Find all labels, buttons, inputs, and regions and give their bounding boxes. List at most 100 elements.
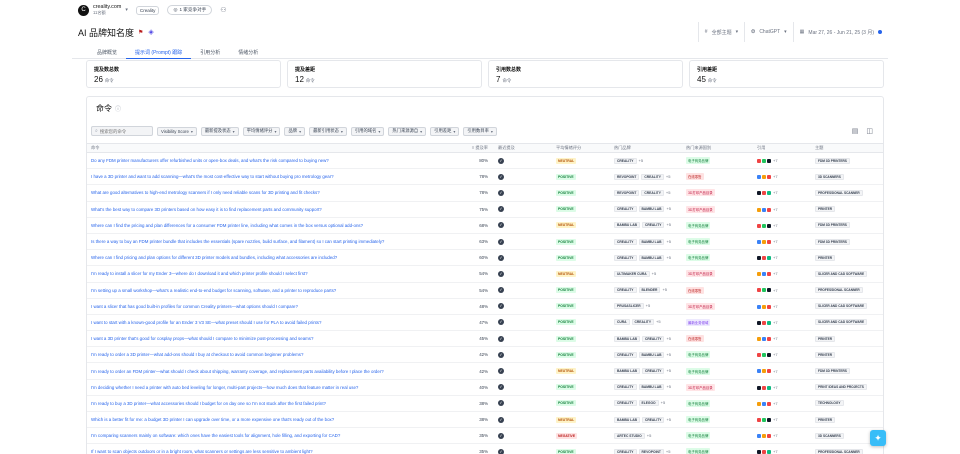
more-count[interactable]: +7 — [773, 271, 778, 276]
table-row[interactable]: I have a 3D printer and want to add scan… — [87, 169, 883, 186]
filter-visibility-score[interactable]: Visibility Score ▾ — [157, 126, 197, 136]
more-count[interactable]: +7 — [773, 336, 778, 341]
more-count[interactable]: +7 — [773, 190, 778, 195]
prompt-text[interactable]: I'm ready to install a slicer for my End… — [87, 271, 448, 276]
more-count[interactable]: +5 — [647, 433, 652, 438]
more-count[interactable]: +5 — [646, 303, 651, 308]
table-row[interactable]: What's the best way to compare 3D printe… — [87, 202, 883, 218]
table-row[interactable]: I'm ready to buy a 3D printer—what acces… — [87, 396, 883, 412]
more-count[interactable]: +5 — [661, 400, 666, 405]
col-sentiment[interactable]: 平均情绪评分 — [552, 145, 610, 151]
more-count[interactable]: +5 — [666, 352, 671, 357]
tab-citation-analysis[interactable]: 引用分析 — [191, 46, 229, 59]
more-count[interactable]: +7 — [773, 401, 778, 406]
col-visibility[interactable]: ≡ 提及率 — [448, 145, 494, 151]
table-row[interactable]: I want a slicer that has good built-in p… — [87, 299, 883, 315]
table-row[interactable]: If I want to scan objects outdoors or in… — [87, 444, 883, 454]
more-count[interactable]: +5 — [652, 271, 657, 276]
prompt-text[interactable]: Where can I find pricing and plan option… — [87, 255, 448, 260]
date-range-picker[interactable]: ▦ Mar 27, 26 - Jun 21, 25 (3 月) — [792, 22, 888, 42]
more-count[interactable]: +7 — [773, 417, 778, 422]
tab-prompt-tracking[interactable]: 提示词 (Prompt) 跟踪 — [126, 46, 192, 59]
col-sources[interactable]: 热门来源国别 — [682, 145, 753, 151]
more-count[interactable]: +5 — [639, 158, 644, 163]
more-count[interactable]: +5 — [656, 319, 661, 324]
more-count[interactable]: +5 — [666, 206, 671, 211]
more-count[interactable]: +7 — [773, 158, 778, 163]
more-count[interactable]: +7 — [773, 239, 778, 244]
prompt-text[interactable]: I'm ready to order an FDM printer—what s… — [87, 369, 448, 374]
table-row[interactable]: I'm setting up a small workshop—what's a… — [87, 283, 883, 299]
prompt-text[interactable]: I'm comparing scanners mainly on softwar… — [87, 433, 448, 438]
table-row[interactable]: I want a 3D printer that's good for cosp… — [87, 331, 883, 348]
more-count[interactable]: +7 — [773, 223, 778, 228]
prompt-text[interactable]: Which is a better fit for me: a budget 3… — [87, 417, 448, 422]
table-view-icon[interactable]: ▤ — [852, 127, 859, 135]
col-prompt[interactable]: 命令 — [87, 145, 448, 151]
table-row[interactable]: Where can I find the pricing and plan di… — [87, 218, 883, 234]
prompt-text[interactable]: I want a slicer that has good built-in p… — [87, 304, 448, 309]
filter-cited-domain[interactable]: 引用的域名 ▾ — [350, 126, 385, 136]
more-count[interactable]: +5 — [666, 368, 671, 373]
search-input[interactable] — [99, 128, 150, 134]
table-row[interactable]: Do any FDM printer manufacturers offer r… — [87, 153, 883, 170]
col-mentioned[interactable]: 最近提及 — [494, 145, 552, 151]
filter-brand[interactable]: 品牌 ▾ — [284, 126, 306, 136]
chat-assistant-button[interactable]: ✦ — [870, 430, 886, 446]
more-count[interactable]: +5 — [666, 384, 671, 389]
table-row[interactable]: I'm ready to order an FDM printer—what s… — [87, 363, 883, 380]
table-row[interactable]: Where can I find pricing and plan option… — [87, 250, 883, 267]
table-row[interactable]: Is there a way to buy an FDM printer bun… — [87, 234, 883, 251]
table-row[interactable]: I want to start with a known-good profil… — [87, 315, 883, 332]
prompt-text[interactable]: I'm ready to buy a 3D printer—what acces… — [87, 401, 448, 406]
more-count[interactable]: +5 — [666, 222, 671, 227]
col-topic[interactable]: 主题 — [811, 145, 879, 151]
more-count[interactable]: +7 — [773, 385, 778, 390]
info-icon[interactable]: ⓘ — [115, 104, 121, 113]
filter-top-sources[interactable]: 热门来源源自 ▾ — [388, 126, 427, 136]
col-brands[interactable]: 热门品牌 — [610, 145, 682, 151]
filter-latest-citation[interactable]: 最新引用状态 ▾ — [309, 126, 347, 136]
model-select[interactable]: ❂ ChatGPT ▾ — [744, 22, 793, 42]
table-row[interactable]: I'm deciding whether I need a printer wi… — [87, 380, 883, 396]
more-count[interactable]: +5 — [666, 255, 671, 260]
col-citations[interactable]: 引用 — [753, 145, 811, 151]
more-count[interactable]: +5 — [666, 190, 671, 195]
prompt-text[interactable]: I'm ready to order a 3D printer—what add… — [87, 352, 448, 357]
team-icon[interactable]: ⚇ — [220, 6, 226, 14]
prompt-text[interactable]: I want a 3D printer that's good for cosp… — [87, 336, 448, 341]
tab-brand-overview[interactable]: 品牌概览 — [88, 46, 126, 59]
more-count[interactable]: +5 — [666, 336, 671, 341]
table-row[interactable]: What are good alternatives to high-end m… — [87, 185, 883, 202]
prompt-text[interactable]: I have a 3D printer and want to add scan… — [87, 174, 448, 179]
table-row[interactable]: I'm ready to order a 3D printer—what add… — [87, 347, 883, 364]
tab-sentiment-analysis[interactable]: 情绪分析 — [229, 46, 267, 59]
filter-sentiment[interactable]: 平均情绪评分 ▾ — [242, 126, 281, 136]
workspace-switcher[interactable]: C creality.com 11名额 ▾ — [78, 4, 128, 16]
more-count[interactable]: +7 — [773, 288, 778, 293]
table-row[interactable]: I'm ready to install a slicer for my End… — [87, 266, 883, 283]
prompt-text[interactable]: I'm setting up a small workshop—what's a… — [87, 288, 448, 293]
prompt-text[interactable]: What's the best way to compare 3D printe… — [87, 207, 448, 212]
columns-icon[interactable]: ◫ — [866, 127, 873, 135]
prompt-text[interactable]: Is there a way to buy an FDM printer bun… — [87, 239, 448, 244]
prompt-text[interactable]: Do any FDM printer manufacturers offer r… — [87, 158, 448, 163]
more-count[interactable]: +7 — [773, 369, 778, 374]
filter-citation-rate[interactable]: 引用数目率 ▾ — [463, 126, 497, 136]
competitors-chip[interactable]: ◎ 1 家竞争对手 — [167, 5, 213, 15]
search-box[interactable]: ⌕ — [91, 126, 153, 136]
more-count[interactable]: +7 — [773, 207, 778, 212]
brand-chip[interactable]: Creality — [135, 5, 160, 15]
more-count[interactable]: +7 — [773, 449, 778, 454]
prompt-text[interactable]: I'm deciding whether I need a printer wi… — [87, 385, 448, 390]
more-count[interactable]: +7 — [773, 320, 778, 325]
more-count[interactable]: +7 — [773, 174, 778, 179]
prompt-text[interactable]: I want to start with a known-good profil… — [87, 320, 448, 325]
layers-icon[interactable]: ◈ — [148, 28, 153, 36]
table-row[interactable]: I'm comparing scanners mainly on softwar… — [87, 428, 883, 445]
more-count[interactable]: +7 — [773, 255, 778, 260]
prompt-text[interactable]: If I want to scan objects outdoors or in… — [87, 449, 448, 454]
more-count[interactable]: +7 — [773, 304, 778, 309]
more-count[interactable]: +5 — [666, 174, 671, 179]
table-row[interactable]: Which is a better fit for me: a budget 3… — [87, 412, 883, 429]
